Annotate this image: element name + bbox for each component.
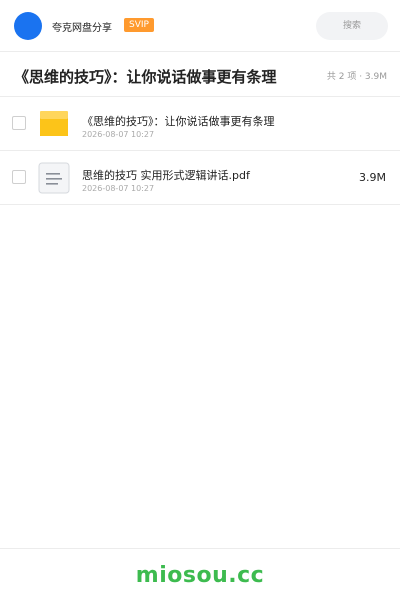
header-bar: 夸克网盘分享 SVIP 搜索 [0,0,400,52]
folder-icon [40,111,68,136]
row-checkbox[interactable] [12,116,26,130]
row-checkbox[interactable] [12,170,26,184]
file-date: 2026-08-07 10:27 [82,130,155,139]
document-icon [38,162,70,194]
folder-title: 《思维的技巧》：让你说话做事更有条理 [14,68,277,86]
file-row[interactable]: 思维的技巧 实用形式逻辑讲话.pdf 2026-08-07 10:27 3.9M [0,151,400,205]
username: 夸克网盘分享 [52,23,112,34]
folder-summary: 共 2 项 · 3.9M [326,72,387,82]
search-input[interactable]: 搜索 [316,12,388,40]
file-size: 3.9M [359,171,386,184]
file-name[interactable]: 思维的技巧 实用形式逻辑讲话.pdf [82,167,250,183]
svip-badge: SVIP [124,18,154,32]
avatar[interactable] [14,12,42,40]
file-date: 2026-08-07 10:27 [82,184,155,193]
file-row[interactable]: 《思维的技巧》：让你说话做事更有条理 2026-08-07 10:27 [0,97,400,151]
brand-watermark[interactable]: miosou.cc [0,563,400,588]
folder-header: 《思维的技巧》：让你说话做事更有条理 共 2 项 · 3.9M [0,52,400,97]
file-name[interactable]: 《思维的技巧》：让你说话做事更有条理 [82,113,275,129]
page: 夸克网盘分享 SVIP 搜索 《思维的技巧》：让你说话做事更有条理 共 2 项 … [0,0,400,600]
footer-bar: miosou.cc [0,548,400,600]
